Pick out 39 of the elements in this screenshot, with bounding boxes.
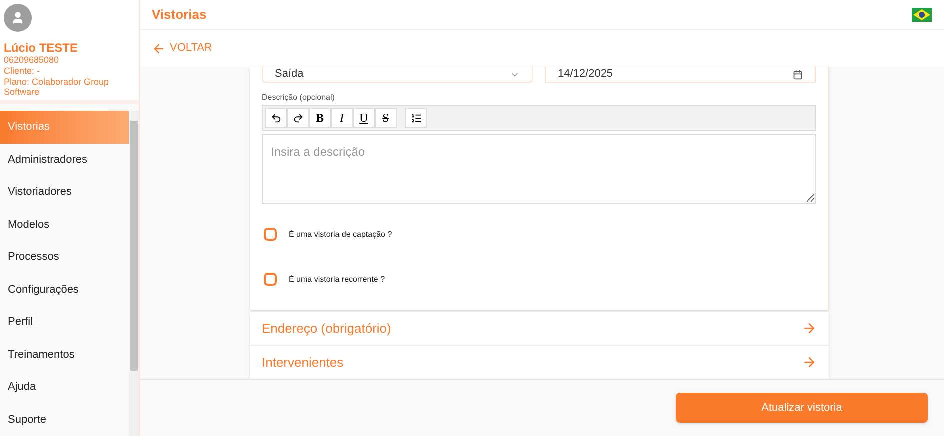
checkbox-label: É uma vistoria de captação ?	[289, 228, 392, 240]
undo-button[interactable]	[265, 108, 287, 128]
arrow-right-icon	[802, 321, 817, 336]
sidebar-item[interactable]: Processos	[0, 241, 129, 274]
checkbox-label: É uma vistoria recorrente ?	[289, 274, 386, 286]
plan-text: Plano: Colaborador Group Software	[4, 77, 110, 97]
arrow-left-icon	[152, 42, 166, 56]
sidebar-item[interactable]: Treinamentos	[0, 338, 129, 371]
flag-icon	[912, 8, 932, 22]
scrollbar[interactable]	[129, 111, 139, 436]
sidebar-item[interactable]: Modelos	[0, 208, 129, 241]
italic-button[interactable]: I	[331, 108, 353, 128]
description-field[interactable]: Insira a descrição	[262, 134, 816, 204]
ordered-list-icon	[410, 112, 422, 124]
page-title: Vistorias	[152, 6, 207, 24]
sidebar-item[interactable]: Configurações	[0, 274, 129, 306]
ordered-list-button[interactable]	[405, 108, 427, 128]
underline-button[interactable]: U	[353, 108, 375, 128]
sidebar-item[interactable]: Perfil	[0, 306, 129, 338]
client-text: Cliente: -	[4, 66, 42, 77]
arrow-right-icon	[802, 355, 817, 370]
type-select[interactable]: Saída	[262, 67, 533, 83]
user-name: Lúcio TESTE	[4, 42, 80, 55]
bold-button[interactable]: B	[309, 108, 331, 128]
redo-button[interactable]	[287, 108, 309, 128]
sidebar-item[interactable]: Suporte	[0, 404, 129, 436]
calendar-icon	[793, 70, 803, 80]
redo-icon	[292, 112, 304, 124]
strikethrough-button[interactable]: S	[375, 108, 397, 128]
sidebar-item[interactable]: Ajuda	[0, 371, 129, 404]
description-label: Descrição (opcional)	[262, 92, 336, 104]
avatar-icon	[4, 4, 32, 32]
date-field[interactable]: 14/12/2025	[545, 67, 816, 83]
checkbox[interactable]	[264, 228, 277, 241]
undo-icon	[270, 112, 282, 124]
user-document: 06209685080	[4, 55, 60, 66]
sidebar-item[interactable]: Administradores	[0, 144, 129, 176]
checkbox[interactable]	[264, 273, 277, 286]
sidebar-item[interactable]: Vistoriadores	[0, 176, 129, 208]
